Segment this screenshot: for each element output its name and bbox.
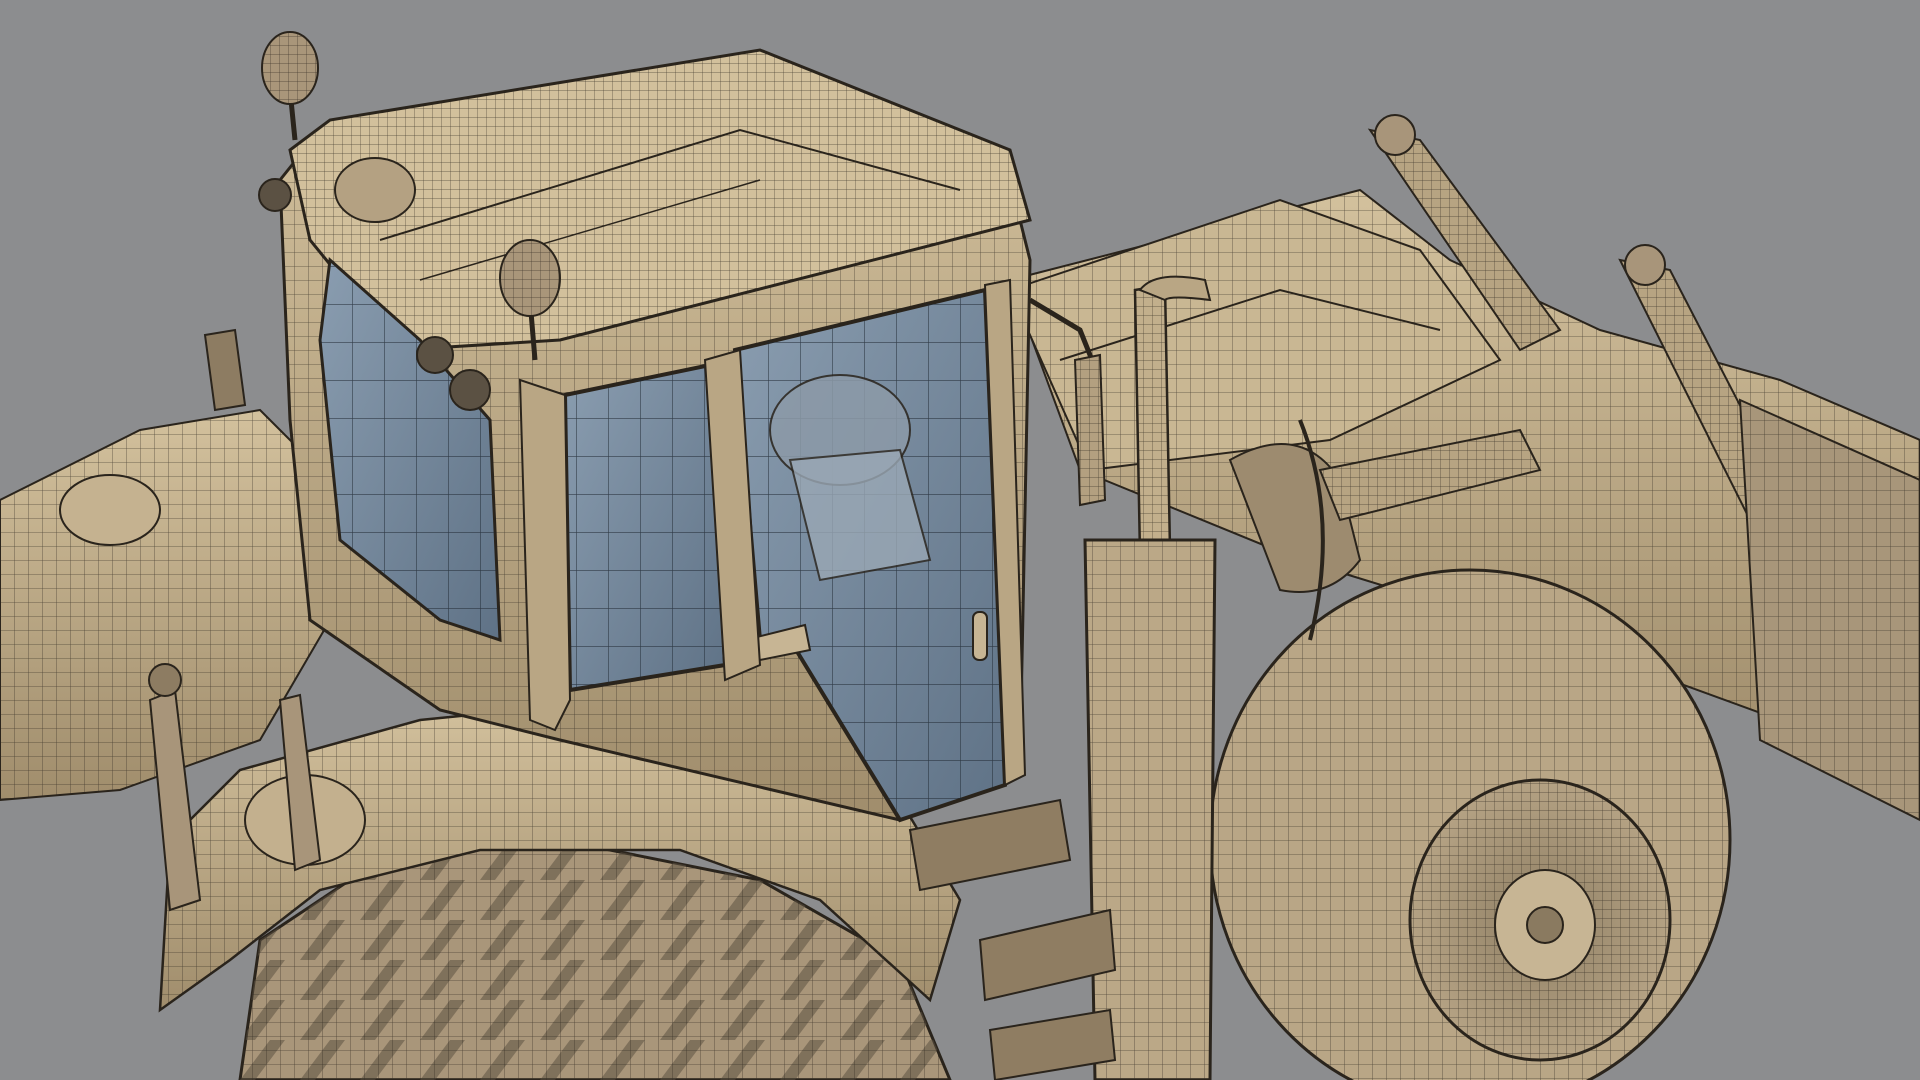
front-wheel — [1208, 568, 1732, 1080]
door-window-left — [562, 362, 728, 693]
beacon-left — [261, 31, 319, 141]
door-handle — [972, 611, 988, 661]
mirror-left — [203, 328, 247, 412]
tractor-wireframe-render — [0, 31, 1920, 1080]
render-viewport — [0, 0, 1920, 1080]
